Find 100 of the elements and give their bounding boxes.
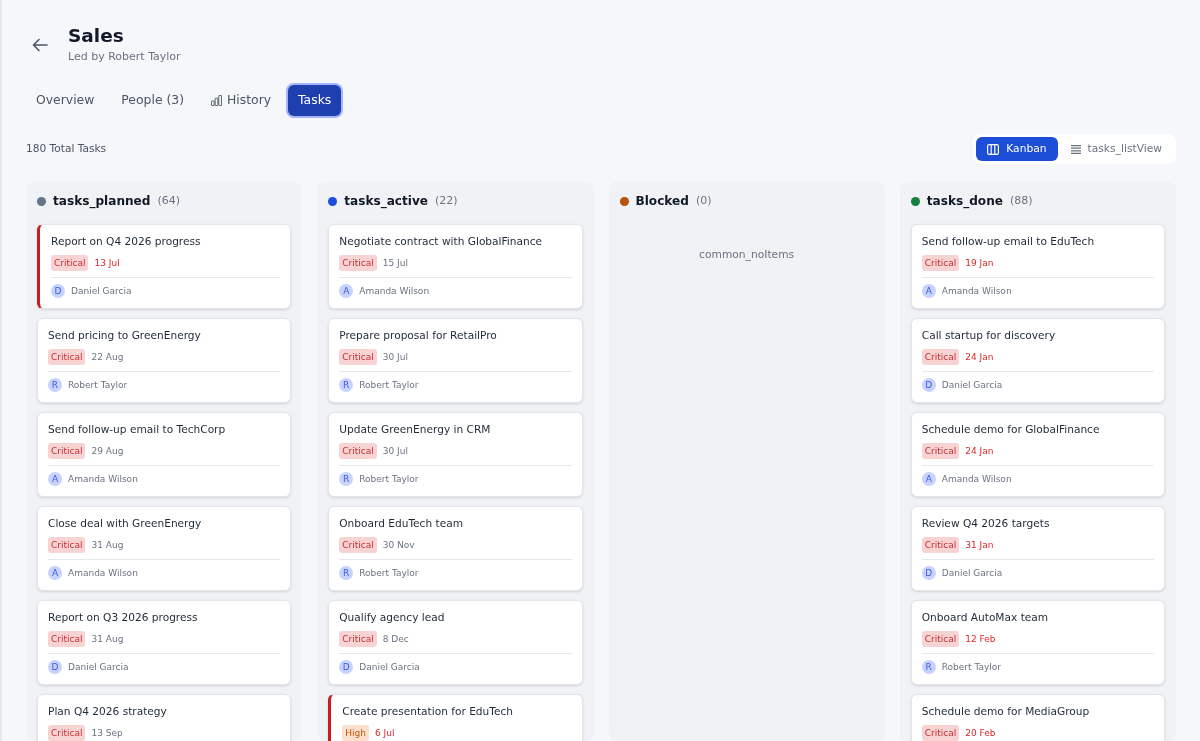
due-date: 19 Jan [965,257,994,270]
due-date: 22 Aug [91,351,124,364]
page-subtitle: Led by Robert Taylor [68,49,181,65]
task-title: Prepare proposal for RetailPro [339,328,498,343]
task-title: Send follow-up email to EduTech [921,234,1096,249]
task-title: Plan Q4 2026 strategy [48,704,168,719]
priority-tag: Critical [921,255,960,271]
task-title: Send pricing to GreenEnergy [48,328,202,343]
avatar: D [921,566,936,580]
task-title: Call startup for discovery [921,328,1057,343]
task-card[interactable]: Send follow-up email to EduTech Critical 19 Jan A Amanda Wilson [910,224,1165,309]
assignee-name: Daniel Garcia [941,567,1003,580]
tab[interactable]: History [201,85,282,116]
assignee-name: Daniel Garcia [71,285,132,298]
assignee-name: Amanda Wilson [359,285,430,298]
column-title: Blocked [635,192,689,210]
due-date: 6 Jul [374,727,395,740]
column-title: tasks_planned [53,192,151,211]
assignee-name: Daniel Garcia [68,661,129,674]
priority-tag: Critical [48,349,86,365]
avatar: D [339,660,354,674]
task-title: Schedule demo for GlobalFinance [921,422,1101,437]
total-tasks-count: 180 Total Tasks [26,141,107,157]
task-card[interactable]: Report on Q4 2026 progress Critical 13 Jul D Daniel Garcia [37,224,292,309]
avatar: R [339,472,354,486]
task-card[interactable]: Plan Q4 2026 strategy Critical 13 Sep [37,694,292,741]
priority-tag: Critical [921,631,960,647]
task-card[interactable]: Update GreenEnergy in CRM Critical 30 Jul R Robert Taylor [328,412,583,497]
task-title: Onboard EduTech team [339,516,464,531]
assignee-name: Amanda Wilson [68,567,138,580]
due-date: 31 Aug [91,633,124,646]
column-title: tasks_active [344,192,429,211]
task-title: Negotiate contract with GlobalFinance [339,234,544,249]
task-card[interactable]: Call startup for discovery Critical 24 Jan D Daniel Garcia [910,318,1165,403]
avatar: A [48,566,62,580]
priority-tag: Critical [48,631,86,647]
priority-tag: Critical [339,631,377,647]
task-card[interactable]: Create presentation for EduTech High 6 Jul [328,694,583,741]
task-card[interactable]: Send follow-up email to TechCorp Critical 29 Aug A Amanda Wilson [37,412,292,497]
task-title: Create presentation for EduTech [342,704,515,719]
task-card[interactable]: Report on Q3 2026 progress Critical 31 Aug D Daniel Garcia [37,600,292,685]
view-option[interactable]: tasks_listView [1059,137,1173,161]
priority-tag: Critical [921,725,960,741]
due-date: 24 Jan [965,445,994,458]
priority-tag: Critical [921,349,960,365]
due-date: 8 Dec [382,633,409,646]
task-title: Close deal with GreenEnergy [48,516,203,531]
avatar: R [339,566,354,580]
task-title: Onboard AutoMax team [921,610,1050,625]
task-title: Qualify agency lead [339,610,446,625]
priority-tag: Critical [339,443,377,459]
due-date: 20 Feb [965,727,996,740]
task-card[interactable]: Close deal with GreenEnergy Critical 31 Aug A Amanda Wilson [37,506,292,591]
page-title: Sales [68,24,125,48]
assignee-name: Daniel Garcia [359,661,420,674]
back-arrow-icon [32,38,48,52]
due-date: 13 Jul [94,257,120,270]
column-count: (64) [157,192,181,209]
task-card[interactable]: Schedule demo for GlobalFinance Critical 24 Jan A Amanda Wilson [910,412,1165,497]
task-card[interactable]: Prepare proposal for RetailPro Critical 30 Jul R Robert Taylor [328,318,583,403]
avatar: R [921,660,936,674]
list-icon [1070,144,1081,154]
priority-tag: Critical [339,349,377,365]
column-count: (88) [1009,192,1033,209]
priority-tag: Critical [339,537,377,553]
column-count: (22) [435,192,458,209]
task-card[interactable]: Send pricing to GreenEnergy Critical 22 Aug R Robert Taylor [37,318,292,403]
empty-message: common_noItems [699,247,795,263]
tab[interactable]: Overview [26,85,105,116]
due-date: 30 Jul [382,351,408,364]
columns-icon [987,143,1000,155]
due-date: 15 Jul [382,257,408,270]
task-card[interactable]: Review Q4 2026 targets Critical 31 Jan D Daniel Garcia [910,506,1165,591]
due-date: 30 Nov [382,539,415,552]
task-card[interactable]: Onboard AutoMax team Critical 12 Feb R Robert Taylor [910,600,1165,685]
priority-tag: Critical [921,537,960,553]
task-title: Send follow-up email to TechCorp [48,422,227,437]
assignee-name: Robert Taylor [359,567,419,580]
tab[interactable]: Tasks [288,85,342,116]
priority-tag: Critical [339,255,377,271]
task-card[interactable]: Schedule demo for MediaGroup Critical 20 Feb [910,694,1165,741]
priority-tag: Critical [921,443,960,459]
due-date: 13 Sep [91,727,123,740]
avatar: R [339,378,354,392]
due-date: 29 Aug [91,445,124,458]
due-date: 12 Feb [965,633,996,646]
assignee-name: Robert Taylor [68,379,128,392]
priority-tag: Critical [48,443,86,459]
task-card[interactable]: Negotiate contract with GlobalFinance Critical 15 Jul A Amanda Wilson [328,224,583,309]
priority-tag: Critical [48,725,86,741]
priority-tag: Critical [51,255,89,271]
view-option[interactable]: Kanban [976,137,1058,161]
avatar: D [51,284,65,298]
assignee-name: Amanda Wilson [941,473,1012,486]
avatar: R [48,378,62,392]
task-card[interactable]: Qualify agency lead Critical 8 Dec D Daniel Garcia [328,600,583,685]
task-card[interactable]: Onboard EduTech team Critical 30 Nov R Robert Taylor [328,506,583,591]
tab[interactable]: People (3) [111,85,194,116]
avatar: A [48,472,62,486]
due-date: 24 Jan [965,351,994,364]
